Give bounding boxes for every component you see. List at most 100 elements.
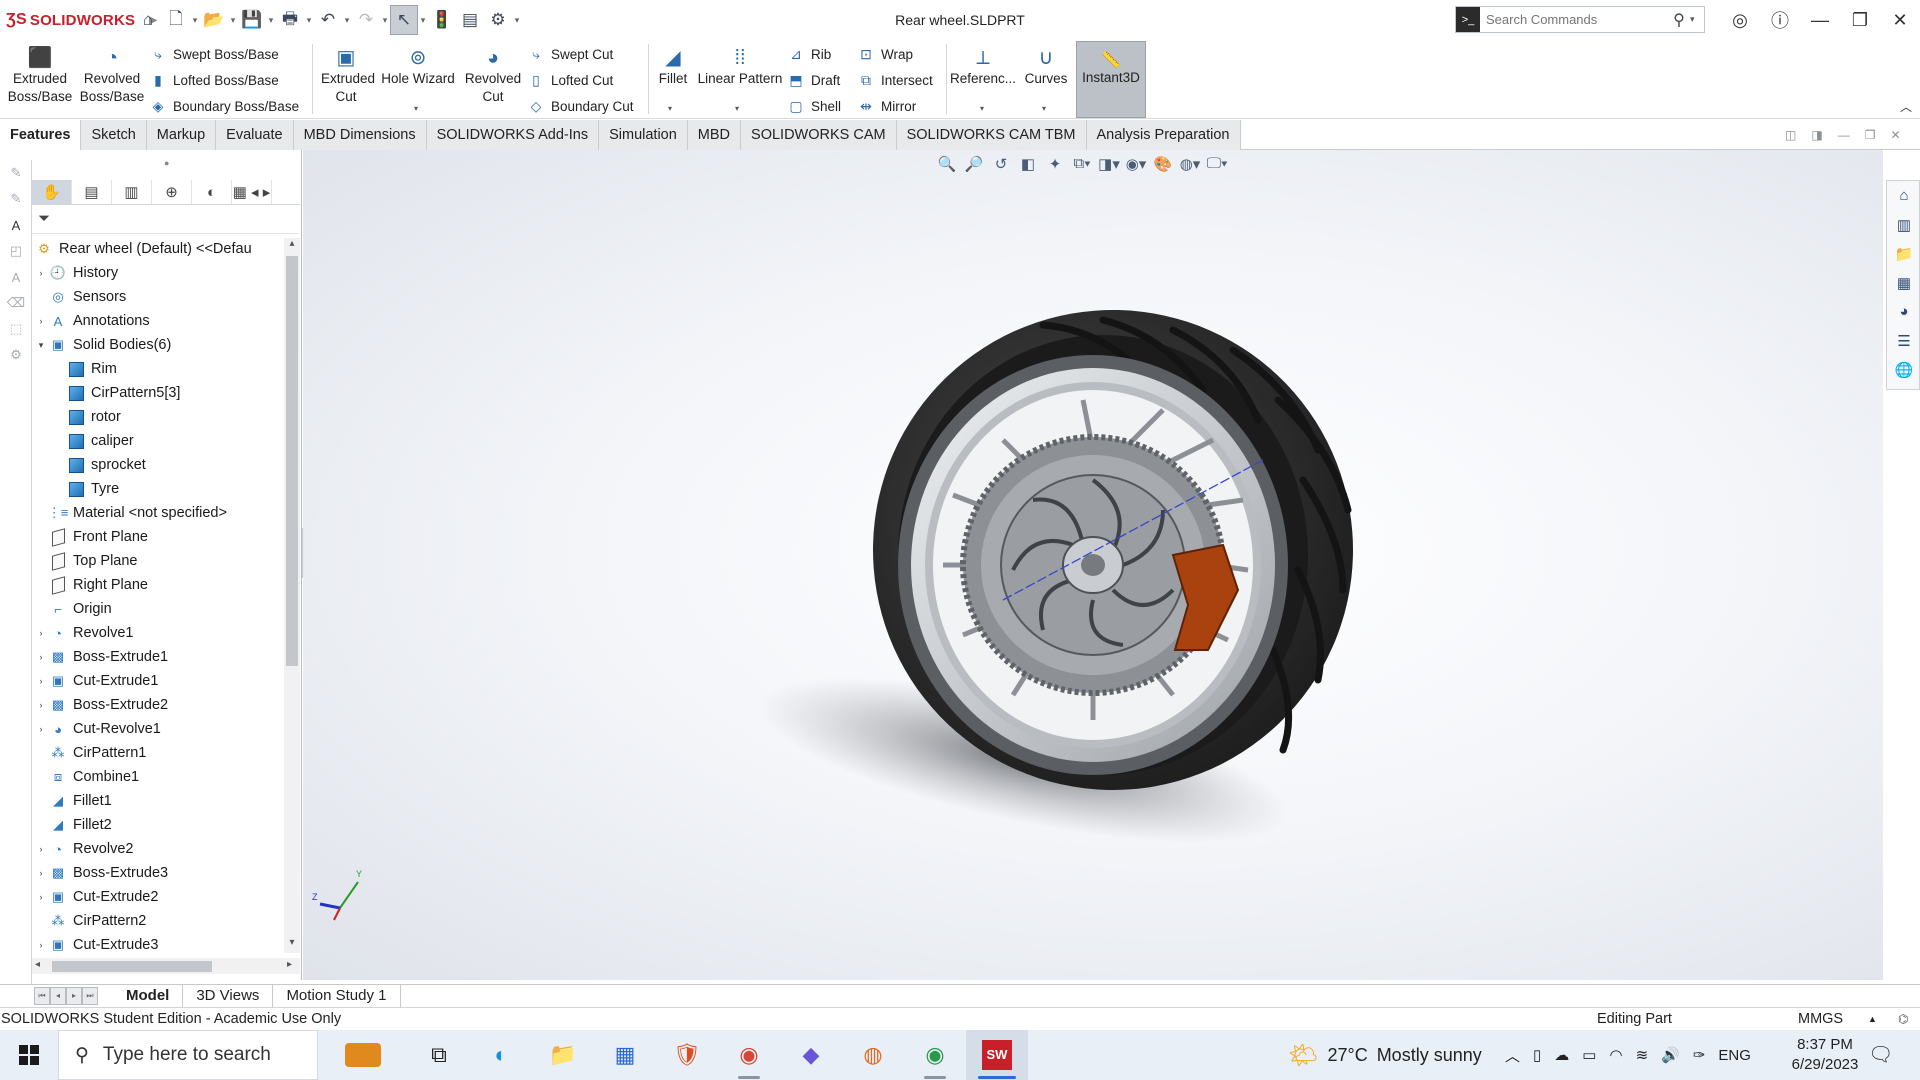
- account-icon[interactable]: ◎: [1720, 6, 1760, 34]
- tab-features[interactable]: Features: [0, 119, 82, 150]
- tab-model[interactable]: Model: [113, 984, 184, 1007]
- extruded-boss-button[interactable]: ⬛ Extruded Boss/Base: [4, 40, 76, 119]
- scroll-thumb[interactable]: [286, 256, 298, 666]
- viewport-restore-icon[interactable]: ❐: [1865, 128, 1876, 142]
- swept-cut-button[interactable]: ⤷ Swept Cut: [528, 43, 613, 65]
- tree-item[interactable]: caliper: [32, 429, 284, 453]
- linear-pattern-dropdown-icon[interactable]: ▾: [735, 104, 739, 113]
- expand-arrow-icon[interactable]: ›: [34, 892, 48, 902]
- redo-dropdown-icon[interactable]: ▾: [380, 15, 390, 26]
- expand-arrow-icon[interactable]: ›: [34, 676, 48, 686]
- close-icon[interactable]: ✕: [1880, 6, 1920, 34]
- expand-arrow-icon[interactable]: ›: [34, 316, 48, 326]
- dimxpert-icon[interactable]: ⊕: [152, 180, 192, 204]
- task-view-icon[interactable]: ⧉: [408, 1030, 470, 1080]
- options-gear-icon[interactable]: ⚙: [484, 5, 512, 35]
- curves-dropdown-icon[interactable]: ▾: [1042, 104, 1046, 113]
- tree-item[interactable]: ⧈ Combine1: [32, 765, 284, 789]
- tree-item[interactable]: › ▣ Cut-Extrude2: [32, 885, 284, 909]
- linear-pattern-button[interactable]: ⁞⁞ Linear Pattern: [694, 40, 786, 119]
- wifi-icon[interactable]: ≋: [1636, 1046, 1649, 1064]
- last-tab-icon[interactable]: ⏭: [82, 986, 98, 1005]
- tree-item[interactable]: › ◔ Revolve2: [32, 837, 284, 861]
- prev-tab-icon[interactable]: ◂: [50, 986, 66, 1005]
- home-icon[interactable]: ⌂: [134, 5, 162, 35]
- tab-mbd-dimensions[interactable]: MBD Dimensions: [293, 119, 427, 150]
- tree-item[interactable]: ▾ ▣ Solid Bodies(6): [32, 333, 284, 357]
- dynamic-annotation-icon[interactable]: ✦: [1043, 155, 1067, 173]
- expand-arrow-icon[interactable]: ›: [34, 844, 48, 854]
- copilot-icon[interactable]: ◆: [780, 1030, 842, 1080]
- collapse-arrow-icon[interactable]: ▾: [34, 340, 48, 351]
- notifications-icon[interactable]: 🗨: [1868, 1042, 1893, 1067]
- minimize-icon[interactable]: —: [1800, 6, 1840, 34]
- tab-evaluate[interactable]: Evaluate: [216, 119, 294, 150]
- view-settings-icon[interactable]: 🖵▾: [1205, 155, 1229, 173]
- filter-icon[interactable]: ⏷: [38, 210, 50, 227]
- lofted-boss-button[interactable]: ▮ Lofted Boss/Base: [150, 69, 279, 91]
- undo-icon[interactable]: ↶: [314, 5, 342, 35]
- ink-shape-icon[interactable]: ◰: [0, 238, 32, 264]
- tree-item[interactable]: rotor: [32, 405, 284, 429]
- boundary-boss-button[interactable]: ◈ Boundary Boss/Base: [150, 95, 299, 117]
- help-icon[interactable]: ⓘ: [1760, 6, 1800, 34]
- tab-markup[interactable]: Markup: [146, 119, 217, 150]
- scroll-down-icon[interactable]: ▾: [284, 937, 300, 953]
- brave-browser-icon[interactable]: 🛡: [656, 1030, 718, 1080]
- restore-icon[interactable]: ❐: [1840, 6, 1880, 34]
- tree-item[interactable]: › ◔ Revolve1: [32, 621, 284, 645]
- tree-item[interactable]: ⁂ CirPattern2: [32, 909, 284, 933]
- appearances-icon[interactable]: ◕: [1887, 297, 1920, 326]
- expand-arrow-icon[interactable]: ›: [34, 724, 48, 734]
- next-tab-icon[interactable]: ▸: [66, 986, 82, 1005]
- hole-wizard-dropdown-icon[interactable]: ▾: [414, 104, 418, 113]
- solidworks-logo[interactable]: ƷS SOLIDWORKS ▶: [6, 11, 157, 29]
- tree-vertical-scrollbar[interactable]: ▴ ▾: [284, 238, 300, 953]
- wrap-button[interactable]: ⊡ Wrap: [858, 43, 913, 65]
- search-commands-box[interactable]: >_ ⚲ ▾: [1455, 6, 1705, 33]
- rebuild-traffic-light-icon[interactable]: 🚦: [428, 5, 456, 35]
- open-dropdown-icon[interactable]: ▾: [228, 15, 238, 26]
- tree-item[interactable]: Rim: [32, 357, 284, 381]
- boundary-cut-button[interactable]: ◇ Boundary Cut: [528, 95, 634, 117]
- tree-item[interactable]: ◢ Fillet1: [32, 789, 284, 813]
- revolved-boss-button[interactable]: ◔ Revolved Boss/Base: [78, 40, 146, 119]
- meet-now-icon[interactable]: ▯: [1533, 1046, 1541, 1064]
- work-briefcase-icon[interactable]: [318, 1030, 408, 1080]
- cam-manager-icon[interactable]: ▦ ◂ ▸: [232, 180, 272, 204]
- lofted-cut-button[interactable]: ▯ Lofted Cut: [528, 69, 613, 91]
- clock[interactable]: 8:37 PM 6/29/2023: [1780, 1035, 1870, 1075]
- tab-3d-views[interactable]: 3D Views: [183, 984, 274, 1007]
- panel-grip-icon[interactable]: ●: [164, 158, 169, 168]
- design-library-icon[interactable]: ▥: [1887, 210, 1920, 239]
- zoom-to-fit-icon[interactable]: 🔍: [935, 155, 959, 173]
- scroll-left-icon[interactable]: ◂: [35, 959, 40, 970]
- view-palette-icon[interactable]: ▦: [1887, 268, 1920, 297]
- extruded-cut-button[interactable]: ▣ Extruded Cut: [315, 40, 377, 119]
- select-pointer-icon[interactable]: ↖: [390, 5, 418, 35]
- battery-icon[interactable]: ▭: [1582, 1046, 1596, 1064]
- scroll-thumb[interactable]: [52, 961, 212, 972]
- rib-button[interactable]: ⊿ Rib: [788, 43, 831, 65]
- instant3d-button[interactable]: 📏 Instant3D: [1076, 41, 1146, 118]
- tab-simulation[interactable]: Simulation: [599, 119, 688, 150]
- expand-arrow-icon[interactable]: ›: [34, 940, 48, 950]
- scroll-right-icon[interactable]: ▸: [287, 959, 292, 970]
- expand-arrow-icon[interactable]: ›: [34, 628, 48, 638]
- shell-button[interactable]: ▢ Shell: [788, 95, 841, 117]
- file-explorer-icon[interactable]: 📁: [532, 1030, 594, 1080]
- mirror-button[interactable]: ⇹ Mirror: [858, 95, 916, 117]
- solidworks-taskbar-icon[interactable]: SW: [966, 1030, 1028, 1080]
- swept-boss-button[interactable]: ⤷ Swept Boss/Base: [150, 43, 279, 65]
- tab-solidworks-add-ins[interactable]: SOLIDWORKS Add-Ins: [426, 119, 600, 150]
- show-hidden-icons-icon[interactable]: ︿: [1505, 1045, 1520, 1066]
- fillet-dropdown-icon[interactable]: ▾: [668, 104, 672, 113]
- tab-sketch[interactable]: Sketch: [81, 119, 147, 150]
- solidworks-resources-icon[interactable]: ⌂: [1887, 181, 1920, 210]
- tree-item[interactable]: ⁂ CirPattern1: [32, 741, 284, 765]
- fillet-button[interactable]: ◢ Fillet: [652, 40, 694, 119]
- tab-solidworks-cam[interactable]: SOLIDWORKS CAM: [741, 119, 897, 150]
- display-manager-icon[interactable]: ◐: [192, 180, 232, 204]
- ink-settings-icon[interactable]: ⚙: [0, 342, 32, 368]
- tree-item[interactable]: › A Annotations: [32, 309, 284, 333]
